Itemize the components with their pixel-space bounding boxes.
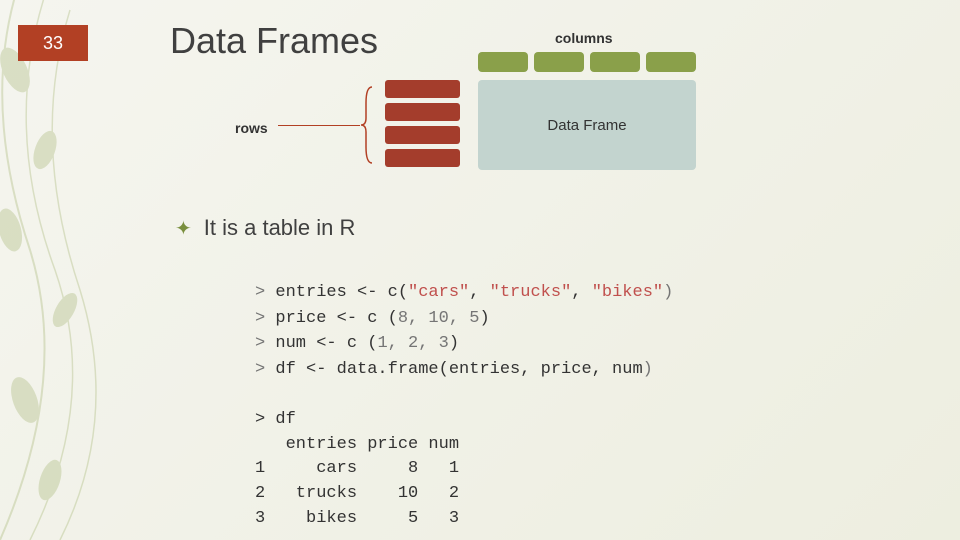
bullet-icon: ✦ — [175, 216, 192, 241]
row-cell — [385, 126, 460, 144]
dataframe-box: Data Frame — [478, 80, 696, 170]
row-cell — [385, 80, 460, 98]
page-number-badge: 33 — [18, 25, 88, 61]
column-cell — [478, 52, 528, 72]
column-cell — [534, 52, 584, 72]
page-number: 33 — [43, 33, 63, 54]
row-cell — [385, 149, 460, 167]
leaf-decoration — [0, 0, 160, 540]
slide-title: Data Frames — [170, 20, 378, 62]
rows-label: rows — [235, 120, 268, 136]
row-cells-group — [385, 80, 460, 167]
code-block-output: > df entries price num 1 cars 8 1 2 truc… — [255, 408, 459, 531]
dataframe-box-label: Data Frame — [547, 117, 626, 134]
rows-connector-line — [278, 125, 360, 126]
bullet-item: ✦ It is a table in R — [175, 215, 355, 241]
bullet-text: It is a table in R — [204, 215, 356, 241]
row-cell — [385, 103, 460, 121]
column-cell — [646, 52, 696, 72]
column-cell — [590, 52, 640, 72]
column-cells-group — [478, 52, 696, 72]
rows-bracket — [360, 85, 374, 165]
columns-label: columns — [555, 30, 613, 46]
code-block-input: > entries <- c("cars", "trucks", "bikes"… — [255, 280, 673, 382]
